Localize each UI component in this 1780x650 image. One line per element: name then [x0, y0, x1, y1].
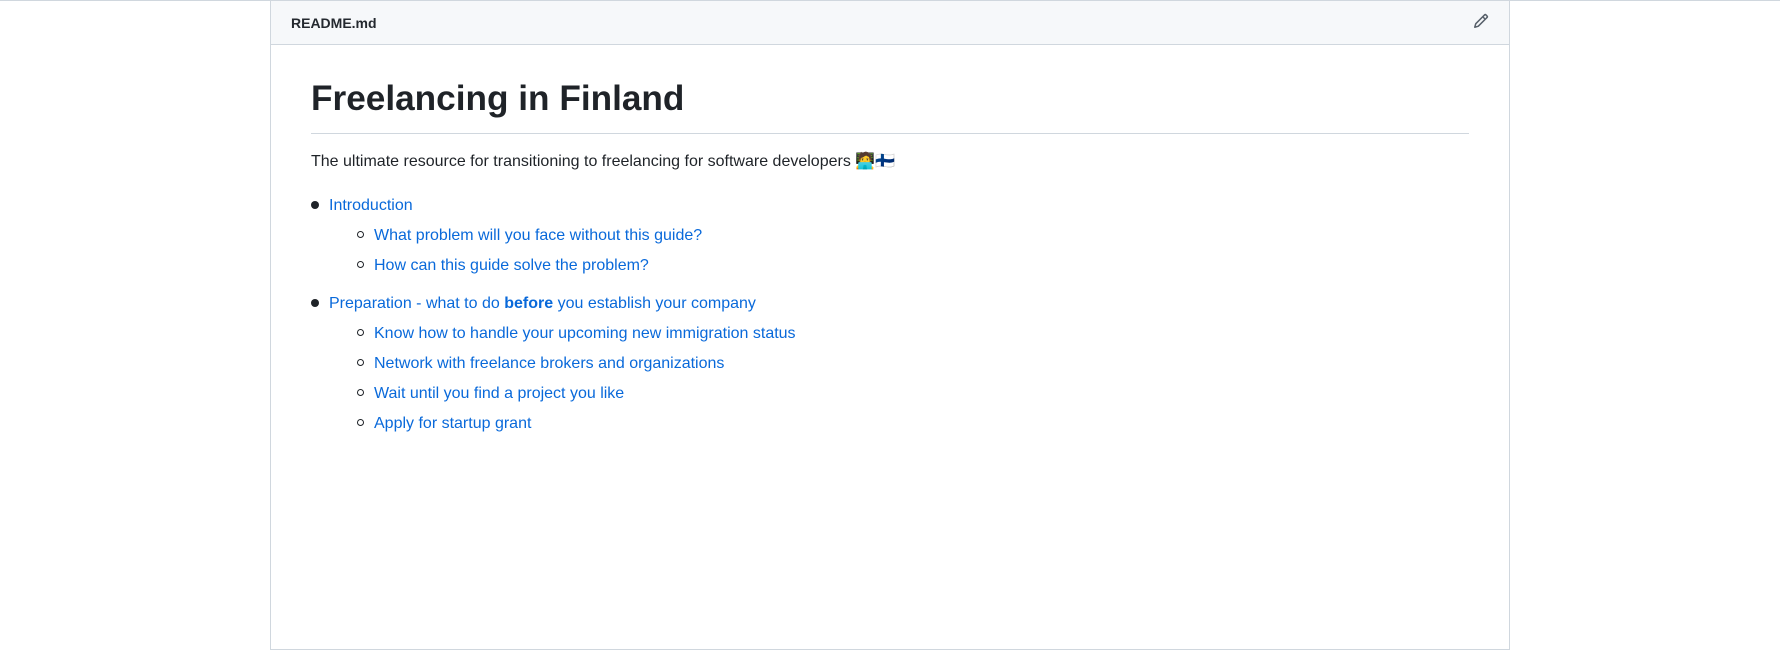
readme-header: README.md — [271, 1, 1509, 45]
readme-filename: README.md — [291, 15, 377, 31]
toc-sub-item-network: Network with freelance brokers and organ… — [357, 352, 1469, 376]
toc-list: Introduction What problem will you face … — [311, 194, 1469, 442]
content-area: README.md Freelancing in Finland The ult… — [0, 1, 1780, 650]
toc-item-content-2: Preparation - what to do before you esta… — [329, 292, 1469, 442]
toc-sub-item-immigration: Know how to handle your upcoming new imm… — [357, 322, 1469, 346]
readme-body: Freelancing in Finland The ultimate reso… — [271, 45, 1509, 482]
bullet-hollow-6 — [357, 419, 364, 426]
bullet-hollow-1 — [357, 231, 364, 238]
toc-link-network[interactable]: Network with freelance brokers and organ… — [374, 352, 724, 376]
toc-link-introduction[interactable]: Introduction — [329, 197, 413, 214]
bullet-filled-1 — [311, 201, 319, 209]
toc-sub-item-grant: Apply for startup grant — [357, 412, 1469, 436]
subtitle-emojis: 🧑‍💻🇫🇮 — [855, 153, 895, 170]
toc-item-preparation: Preparation - what to do before you esta… — [311, 292, 1469, 442]
toc-item-introduction: Introduction What problem will you face … — [311, 194, 1469, 284]
toc-link-project[interactable]: Wait until you find a project you like — [374, 382, 624, 406]
toc-sub-list-2: Know how to handle your upcoming new imm… — [357, 322, 1469, 436]
readme-container: README.md Freelancing in Finland The ult… — [270, 1, 1510, 650]
bullet-filled-2 — [311, 299, 319, 307]
toc-link-grant[interactable]: Apply for startup grant — [374, 412, 531, 436]
bullet-hollow-3 — [357, 329, 364, 336]
edit-icon[interactable] — [1473, 13, 1489, 32]
toc-link-solve[interactable]: How can this guide solve the problem? — [374, 254, 649, 278]
toc-sub-item-1: What problem will you face without this … — [357, 224, 1469, 248]
toc-sub-item-project: Wait until you find a project you like — [357, 382, 1469, 406]
toc-sub-list-1: What problem will you face without this … — [357, 224, 1469, 278]
toc-link-immigration[interactable]: Know how to handle your upcoming new imm… — [374, 322, 796, 346]
bullet-hollow-2 — [357, 261, 364, 268]
page-title: Freelancing in Finland — [311, 77, 1469, 134]
bullet-hollow-4 — [357, 359, 364, 366]
toc-item-content-1: Introduction What problem will you face … — [329, 194, 1469, 284]
subtitle-text: The ultimate resource for transitioning … — [311, 153, 851, 170]
toc-sub-item-2: How can this guide solve the problem? — [357, 254, 1469, 278]
bullet-hollow-5 — [357, 389, 364, 396]
toc-link-problem[interactable]: What problem will you face without this … — [374, 224, 702, 248]
subtitle: The ultimate resource for transitioning … — [311, 150, 1469, 174]
toc-link-preparation[interactable]: Preparation - what to do before you esta… — [329, 295, 756, 312]
page-wrapper: README.md Freelancing in Finland The ult… — [0, 0, 1780, 650]
bold-before: before — [504, 295, 553, 312]
